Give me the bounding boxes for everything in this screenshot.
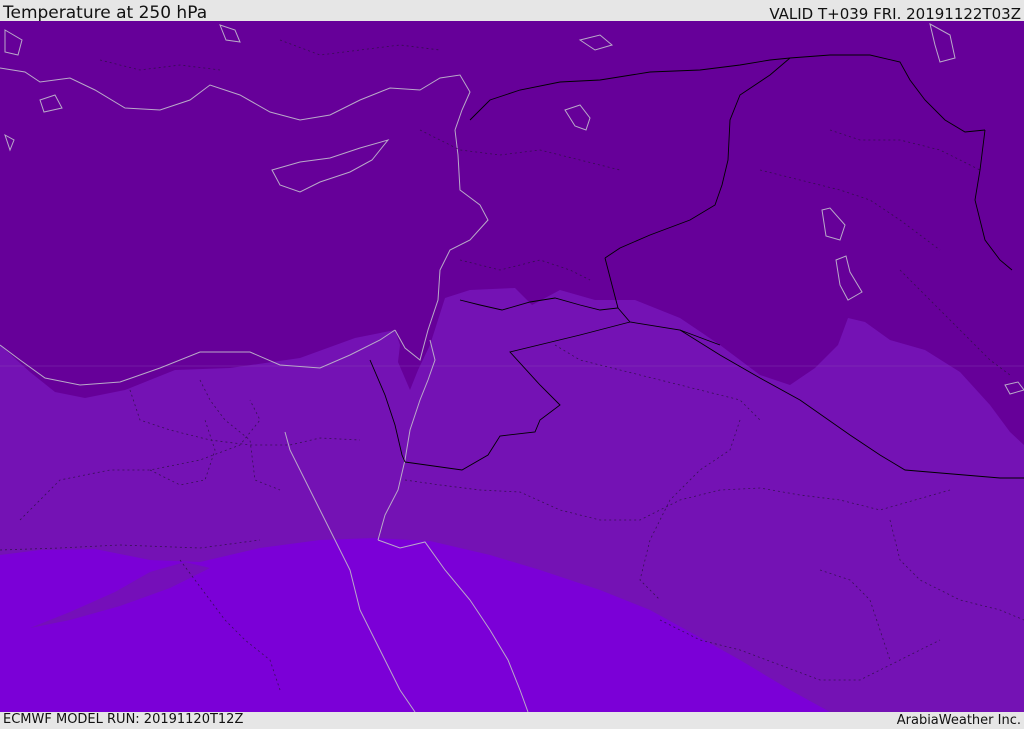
map-footer: ECMWF MODEL RUN: 20191120T12Z ArabiaWeat… (0, 712, 1024, 729)
brand-name: ArabiaWeather Inc. (896, 713, 1021, 728)
map-header: Temperature at 250 hPa VALID T+039 FRI. … (0, 0, 1024, 23)
model-run: ECMWF MODEL RUN: 20191120T12Z (3, 712, 244, 727)
temperature-map (0, 21, 1024, 712)
map-page: Temperature at 250 hPa VALID T+039 FRI. … (0, 0, 1024, 729)
map-title: Temperature at 250 hPa (3, 3, 208, 23)
